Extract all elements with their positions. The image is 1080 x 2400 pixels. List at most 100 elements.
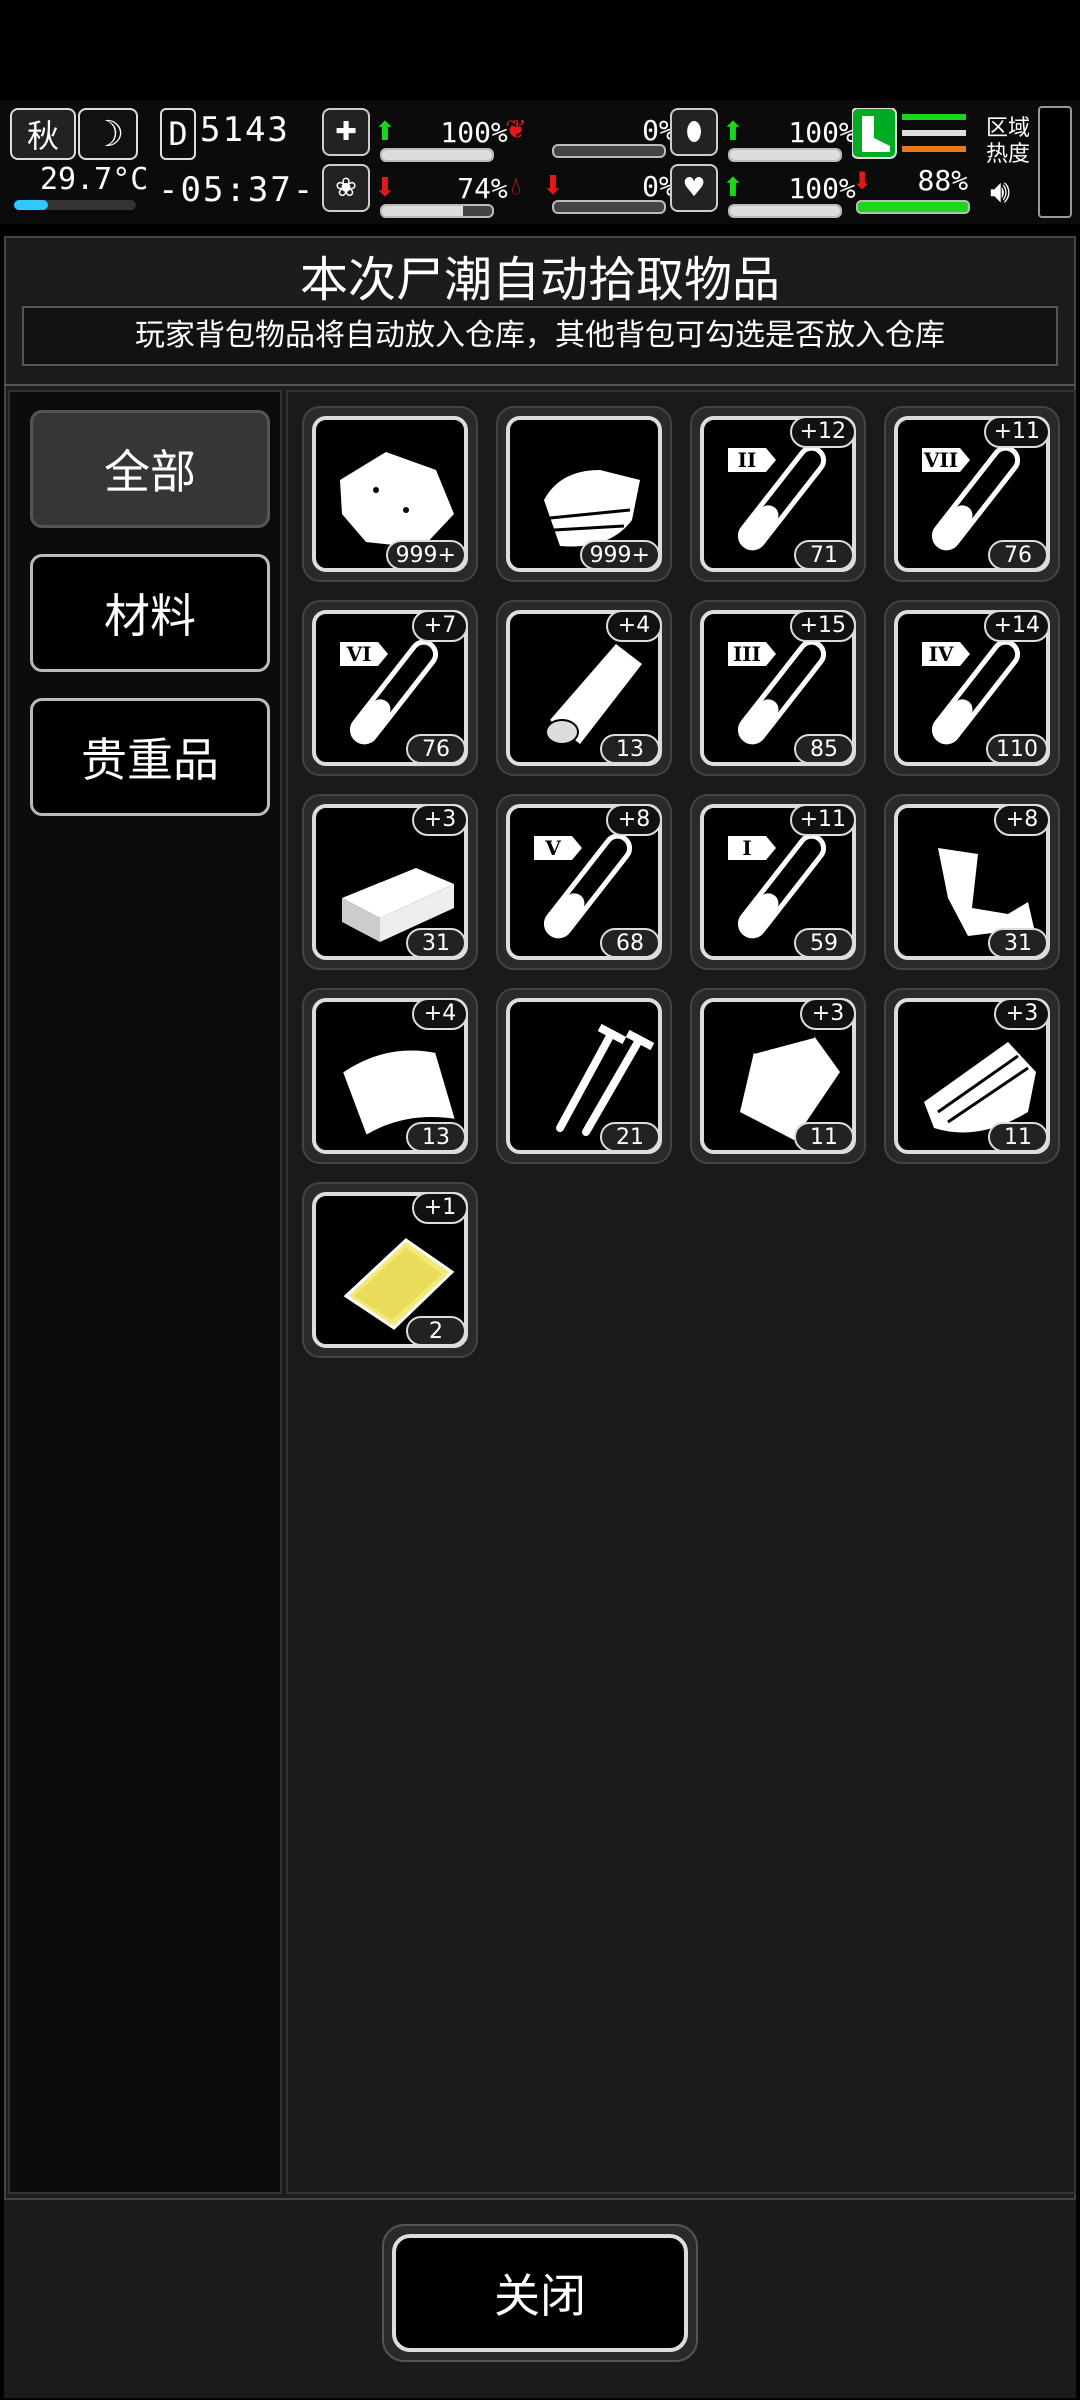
svg-text:I: I: [742, 836, 751, 860]
season-indicator: 秋: [10, 108, 76, 160]
item-slot[interactable]: VII 76 +11: [884, 406, 1060, 582]
speaker-icon[interactable]: 🔊︎: [990, 172, 1010, 211]
day-icon: D: [160, 108, 196, 160]
region-heat-label: 区域 热度: [986, 116, 1031, 167]
stat-bleeding: 💧︎ ⬇ 0%: [494, 164, 676, 214]
item-bonus-badge: +3: [800, 998, 856, 1030]
svg-text:IV: IV: [929, 642, 954, 666]
boot-icon: [851, 107, 966, 159]
item-slot[interactable]: 31 +8: [884, 794, 1060, 970]
item-count: 59: [794, 928, 854, 958]
tab-valuables[interactable]: 贵重品: [30, 698, 270, 816]
item-bonus-badge: +11: [983, 416, 1050, 448]
item-count: 13: [600, 734, 660, 764]
brain-icon: ❀: [322, 164, 370, 212]
item-count: 999+: [385, 540, 466, 570]
heart-icon: ♥: [670, 164, 718, 212]
medkit-icon: ✚: [322, 108, 370, 156]
item-slot[interactable]: V 68 +8: [496, 794, 672, 970]
item-count: 71: [794, 540, 854, 570]
item-slot[interactable]: 999+: [302, 406, 478, 582]
tab-label: 全部: [104, 445, 196, 499]
item-bonus-badge: +12: [789, 416, 856, 448]
stat-value: 100%: [788, 171, 856, 205]
item-count: 31: [406, 928, 466, 958]
panel-title: 本次尸潮自动拾取物品: [299, 252, 780, 308]
stat-endurance: ⬇ 88%: [851, 107, 978, 214]
game-clock: -05:37-: [158, 170, 316, 210]
capsule-icon: ⬮: [670, 108, 718, 156]
moon-icon: ☽: [78, 108, 138, 160]
item-count: 999+: [579, 540, 660, 570]
stat-value: 100%: [788, 115, 856, 149]
stat-health: ✚ ⬆ 100%: [322, 108, 508, 162]
item-count: 13: [406, 1122, 466, 1152]
item-slot[interactable]: 31 +3: [302, 794, 478, 970]
item-count: 76: [988, 540, 1048, 570]
svg-text:VII: VII: [923, 448, 958, 472]
item-slot[interactable]: I 59 +11: [690, 794, 866, 970]
divider: [4, 384, 1076, 386]
item-slot[interactable]: 2 +1: [302, 1182, 478, 1358]
tab-label: 贵重品: [81, 733, 219, 787]
stat-hunger: ❦ ⬆ 0%: [494, 108, 676, 158]
stat-value: 88%: [917, 164, 969, 197]
item-count: 85: [794, 734, 854, 764]
item-bonus-badge: +14: [983, 610, 1050, 642]
item-grid: 999+ 999+ II 71 +12 VII 76 +11 VI 76 +7 13 +4 III 85 +1…: [286, 390, 1076, 2194]
temperature-readout: 29.7°C: [40, 162, 149, 197]
item-bonus-badge: +3: [994, 998, 1050, 1030]
item-slot[interactable]: 13 +4: [302, 988, 478, 1164]
stat-value: 74%: [457, 171, 508, 205]
region-heat-bar: [1038, 106, 1072, 218]
item-slot[interactable]: 999+: [496, 406, 672, 582]
close-button[interactable]: 关闭: [382, 2224, 698, 2362]
svg-text:V: V: [544, 836, 561, 860]
trend-up-icon: ⬆: [722, 173, 744, 203]
category-sidebar: 全部 材料 贵重品: [8, 390, 282, 2194]
item-slot[interactable]: 11 +3: [690, 988, 866, 1164]
item-count: 31: [988, 928, 1048, 958]
stat-mental: ❀ ⬇ 74%: [322, 164, 508, 218]
blood-drop-icon: 💧︎: [510, 170, 522, 201]
tab-materials[interactable]: 材料: [30, 554, 270, 672]
tab-label: 材料: [104, 589, 196, 643]
item-slot[interactable]: IV 110 +14: [884, 600, 1060, 776]
item-bonus-badge: +8: [994, 804, 1050, 836]
panel-subtitle: 玩家背包物品将自动放入仓库，其他背包可勾选是否放入仓库: [22, 306, 1058, 366]
item-bonus-badge: +15: [789, 610, 856, 642]
svg-text:II: II: [738, 448, 757, 472]
season-label: 秋: [26, 117, 59, 155]
trend-down-icon: ⬇: [852, 166, 873, 195]
tab-all[interactable]: 全部: [30, 410, 270, 528]
item-bonus-badge: +7: [412, 610, 468, 642]
stomach-icon: ❦: [505, 115, 527, 145]
stat-value: 100%: [440, 115, 508, 149]
item-bonus-badge: +1: [412, 1192, 468, 1224]
item-slot[interactable]: II 71 +12: [690, 406, 866, 582]
item-bonus-badge: +11: [789, 804, 856, 836]
item-bonus-badge: +4: [412, 998, 468, 1030]
close-label: 关闭: [494, 2269, 586, 2323]
stat-mood: ♥ ⬆ 100%: [670, 164, 856, 218]
item-count: 68: [600, 928, 660, 958]
day-counter: 5143: [200, 110, 290, 150]
item-slot[interactable]: 11 +3: [884, 988, 1060, 1164]
item-count: 21: [600, 1122, 660, 1152]
item-slot[interactable]: VI 76 +7: [302, 600, 478, 776]
item-bonus-badge: +4: [606, 610, 662, 642]
item-count: 76: [406, 734, 466, 764]
temperature-bar: [14, 200, 136, 210]
item-count: 11: [794, 1122, 854, 1152]
item-slot[interactable]: 13 +4: [496, 600, 672, 776]
item-bonus-badge: +3: [412, 804, 468, 836]
svg-text:VI: VI: [346, 642, 372, 666]
item-slot[interactable]: 21: [496, 988, 672, 1164]
item-bonus-badge: +8: [606, 804, 662, 836]
svg-text:III: III: [733, 642, 761, 666]
item-count: 11: [988, 1122, 1048, 1152]
trend-up-icon: ⬆: [722, 117, 744, 147]
stat-stamina: ⬮ ⬆ 100%: [670, 108, 856, 162]
stat-value: 0%: [642, 113, 676, 147]
item-slot[interactable]: III 85 +15: [690, 600, 866, 776]
